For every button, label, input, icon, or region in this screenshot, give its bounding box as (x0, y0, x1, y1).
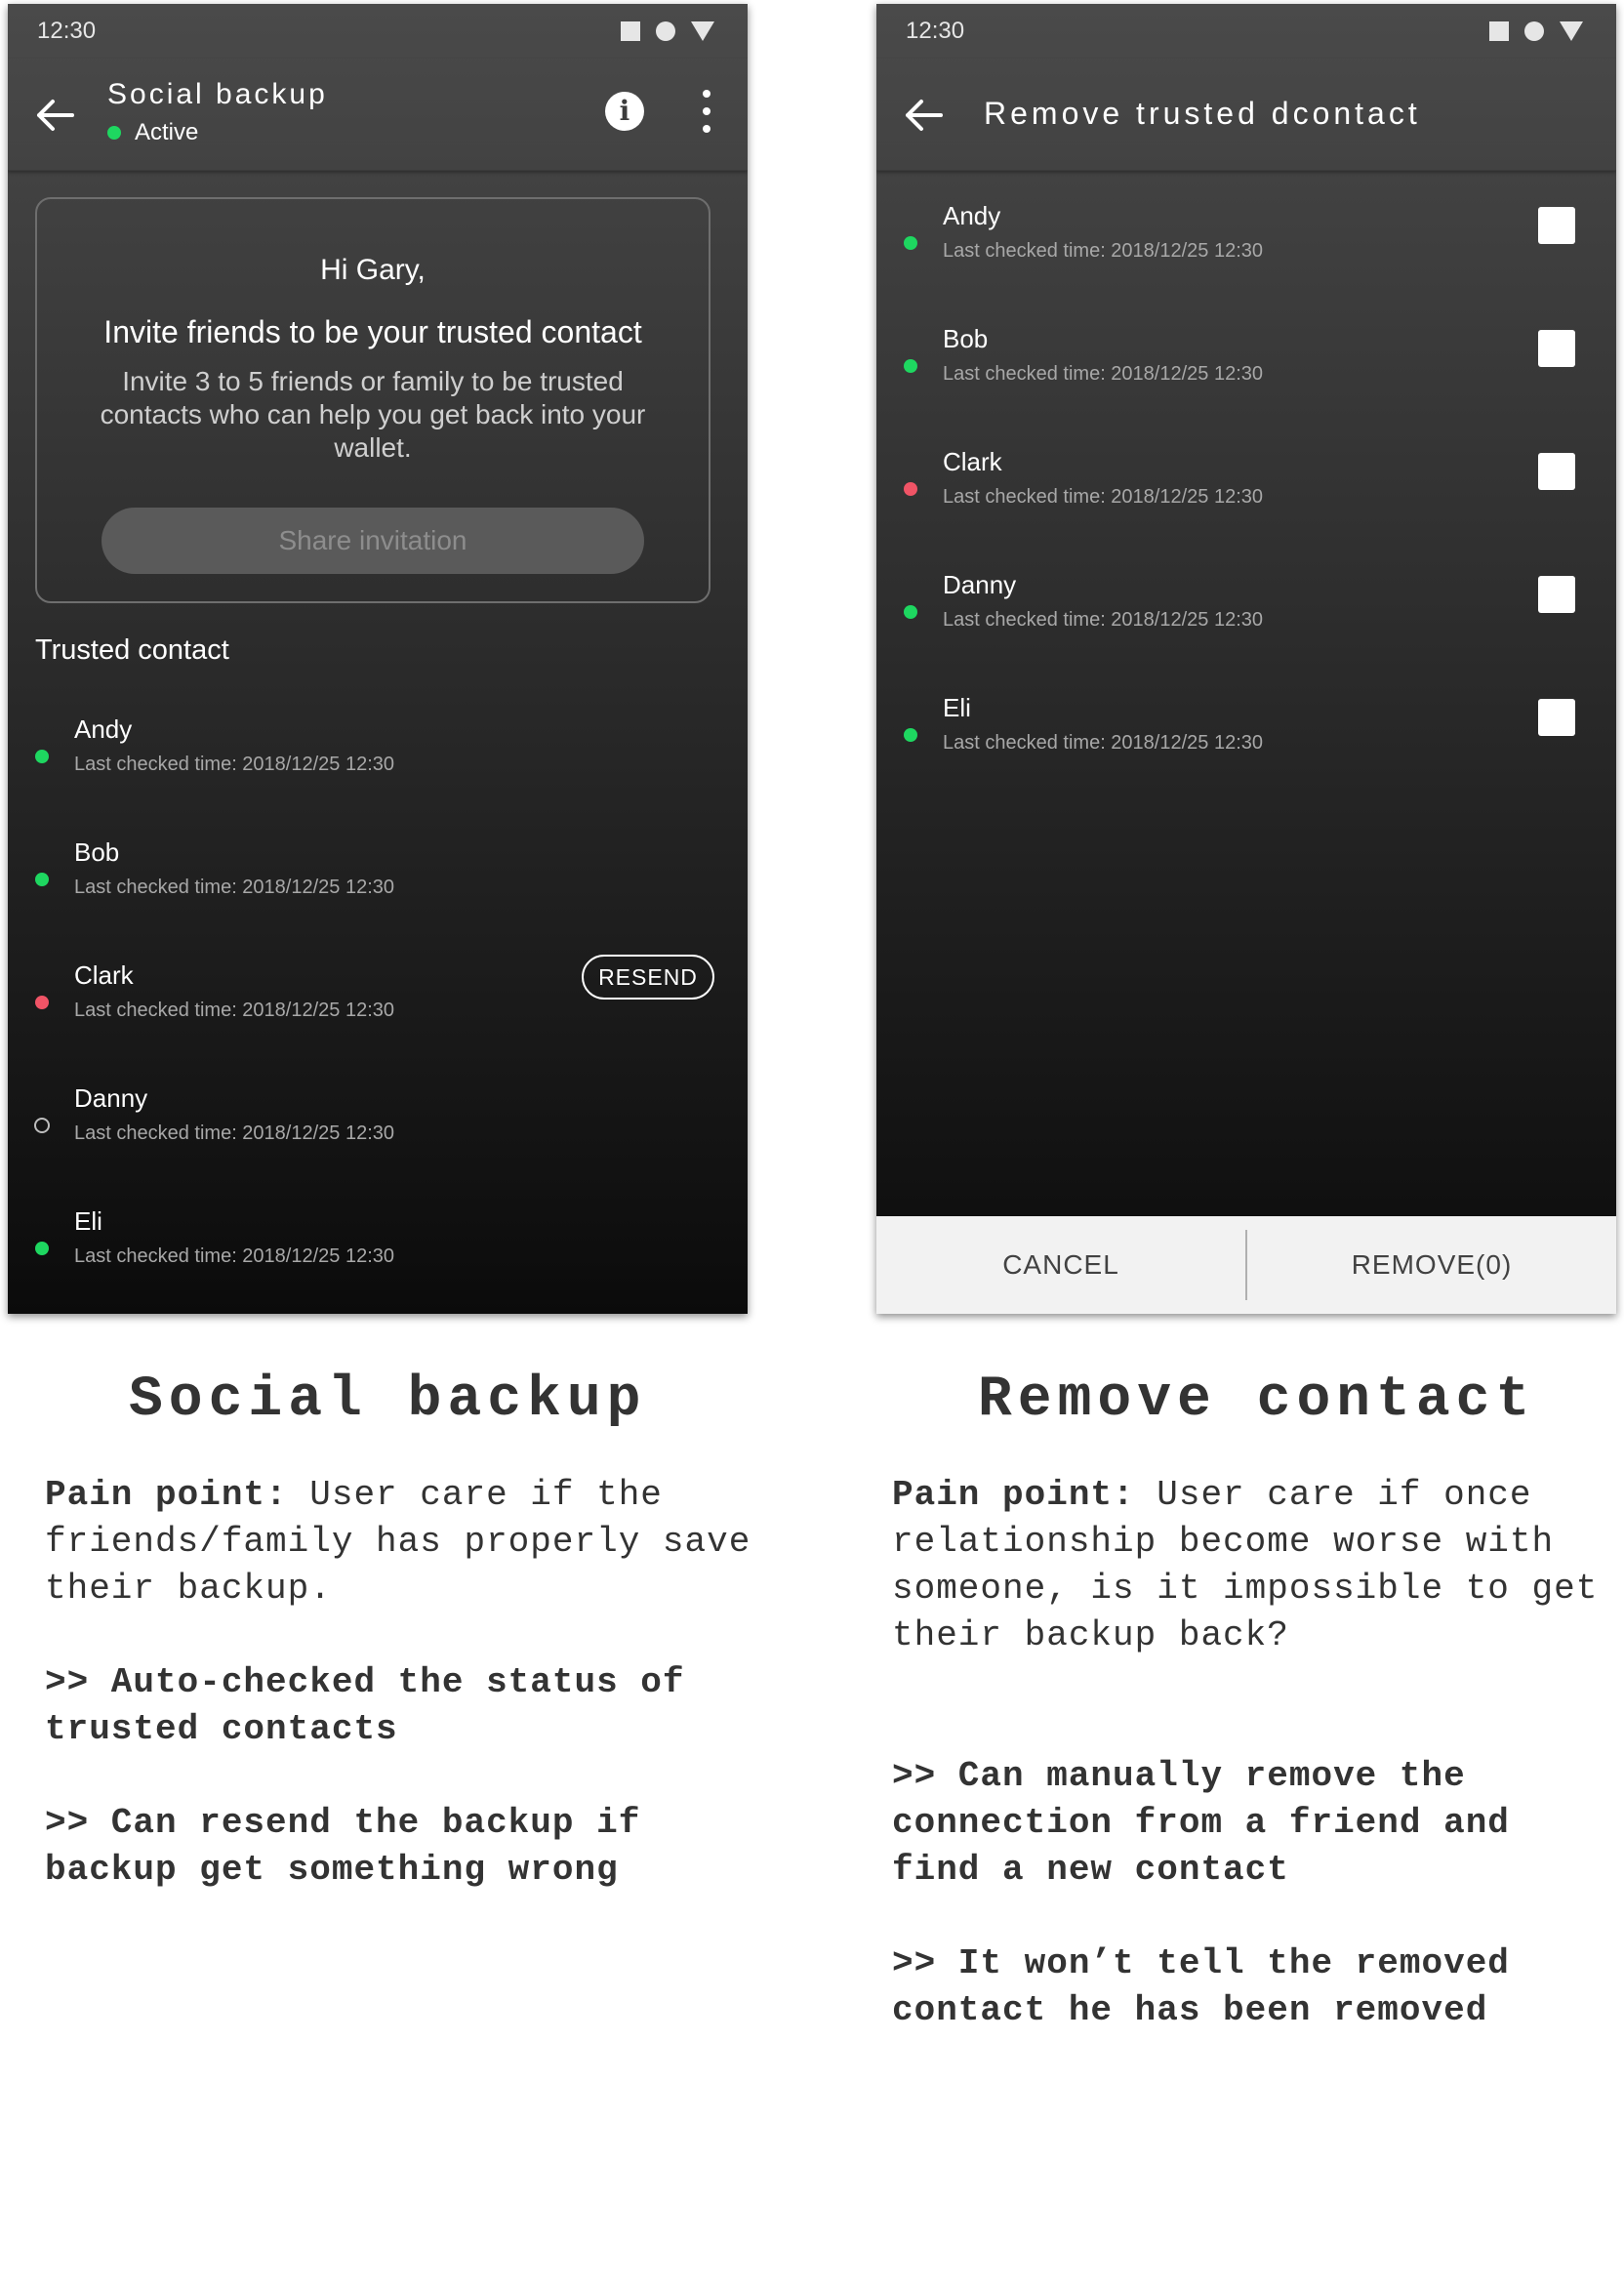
remove-button[interactable]: REMOVE(0) (1247, 1216, 1616, 1314)
home-icon (656, 21, 675, 41)
status-dot-icon (904, 482, 917, 496)
recent-apps-icon (1489, 21, 1509, 41)
contact-name: Eli (74, 1206, 102, 1236)
status-dot-icon (904, 728, 917, 742)
contact-checkbox[interactable] (1538, 699, 1575, 736)
contact-last-checked: Last checked time: 2018/12/25 12:30 (943, 240, 1264, 262)
contact-last-checked: Last checked time: 2018/12/25 12:30 (943, 486, 1264, 508)
greeting: Hi Gary, (320, 254, 426, 286)
contact-item[interactable]: Andy Last checked time: 2018/12/25 12:30 (876, 201, 1616, 289)
trusted-contact-heading: Trusted contact (35, 634, 229, 666)
contact-item[interactable]: Danny Last checked time: 2018/12/25 12:3… (8, 1083, 748, 1171)
contact-item[interactable]: Clark Last checked time: 2018/12/25 12:3… (876, 447, 1616, 535)
social-backup-screen: 12:30 Social backup Active i Hi Gary, In… (8, 4, 748, 1314)
contact-checkbox[interactable] (1538, 207, 1575, 244)
resend-button[interactable]: RESEND (582, 955, 714, 1000)
contact-last-checked: Last checked time: 2018/12/25 12:30 (943, 363, 1264, 385)
left-pain-point: Pain point: User care if the friends/fam… (45, 1472, 767, 1612)
page-title: Social backup (107, 78, 328, 110)
contact-name: Clark (943, 447, 1002, 476)
right-pain-point: Pain point: User care if once relationsh… (892, 1472, 1614, 1659)
contact-last-checked: Last checked time: 2018/12/25 12:30 (74, 1245, 395, 1267)
signal-icon (1560, 21, 1583, 41)
back-arrow-icon[interactable] (33, 96, 76, 135)
left-point-1: >> Auto-checked the status of trusted co… (45, 1662, 685, 1749)
share-invitation-button[interactable]: Share invitation (102, 508, 644, 574)
app-bar: Remove trusted dcontact (876, 59, 1616, 171)
status-dot-icon (35, 996, 49, 1009)
contact-item[interactable]: Bob Last checked time: 2018/12/25 12:30 (876, 324, 1616, 412)
status-icons (621, 21, 714, 41)
contact-item[interactable]: Bob Last checked time: 2018/12/25 12:30 (8, 837, 748, 925)
contact-name: Andy (943, 201, 1001, 230)
status-time: 12:30 (906, 18, 965, 44)
contact-last-checked: Last checked time: 2018/12/25 12:30 (943, 609, 1264, 631)
pain-point-label: Pain point: (45, 1475, 288, 1515)
action-bar: CANCEL REMOVE(0) (876, 1216, 1616, 1314)
recent-apps-icon (621, 21, 640, 41)
contact-name: Danny (74, 1083, 148, 1113)
right-point-2: >> It won’t tell the removed contact he … (892, 1943, 1510, 2030)
status-dot-icon (904, 605, 917, 619)
pain-point-label: Pain point: (892, 1475, 1135, 1515)
status-icons (1489, 21, 1583, 41)
active-status-dot-icon (107, 126, 121, 140)
contact-item[interactable]: Danny Last checked time: 2018/12/25 12:3… (876, 570, 1616, 658)
more-options-icon[interactable] (701, 90, 712, 133)
status-dot-icon (35, 750, 49, 763)
status-bar: 12:30 (876, 4, 1616, 59)
contact-item[interactable]: Eli Last checked time: 2018/12/25 12:30 (8, 1206, 748, 1294)
left-caption-title: Social backup (129, 1368, 647, 1432)
page-title: Remove trusted dcontact (984, 96, 1421, 131)
contact-last-checked: Last checked time: 2018/12/25 12:30 (74, 754, 395, 775)
contact-name: Bob (943, 324, 989, 353)
app-bar: Social backup Active i (8, 59, 748, 171)
left-point-2: >> Can resend the backup if backup get s… (45, 1803, 641, 1890)
signal-icon (691, 21, 714, 41)
status-dot-icon (904, 236, 917, 250)
info-icon[interactable]: i (605, 92, 644, 131)
status-dot-icon (904, 359, 917, 373)
right-point-1: >> Can manually remove the connection fr… (892, 1756, 1510, 1890)
invite-card: Hi Gary, Invite friends to be your trust… (35, 197, 710, 603)
right-caption-title: Remove contact (978, 1368, 1536, 1432)
contact-item[interactable]: Clark Last checked time: 2018/12/25 12:3… (8, 955, 748, 1048)
remove-contact-screen: 12:30 Remove trusted dcontact Andy Last … (876, 4, 1616, 1314)
status-label: Active (135, 119, 199, 145)
status-dot-icon (35, 873, 49, 886)
contact-item[interactable]: Eli Last checked time: 2018/12/25 12:30 (876, 693, 1616, 781)
invite-heading: Invite friends to be your trusted contac… (103, 314, 642, 349)
status-dot-icon (35, 1242, 49, 1255)
contact-name: Danny (943, 570, 1017, 599)
cancel-button[interactable]: CANCEL (876, 1216, 1245, 1314)
contact-last-checked: Last checked time: 2018/12/25 12:30 (943, 732, 1264, 754)
contact-last-checked: Last checked time: 2018/12/25 12:30 (74, 1000, 395, 1021)
contact-name: Eli (943, 693, 971, 722)
status-bar: 12:30 (8, 4, 748, 59)
contact-name: Andy (74, 714, 133, 744)
contact-name: Clark (74, 960, 134, 990)
contact-checkbox[interactable] (1538, 576, 1575, 613)
status-dot-icon (34, 1118, 50, 1133)
contact-last-checked: Last checked time: 2018/12/25 12:30 (74, 1123, 395, 1144)
contact-checkbox[interactable] (1538, 453, 1575, 490)
status-time: 12:30 (37, 18, 97, 44)
home-icon (1524, 21, 1544, 41)
back-arrow-icon[interactable] (902, 96, 945, 135)
backup-status: Active (107, 119, 198, 146)
invite-body: Invite 3 to 5 friends or family to be tr… (100, 366, 646, 463)
contact-item[interactable]: Andy Last checked time: 2018/12/25 12:30 (8, 714, 748, 802)
contact-checkbox[interactable] (1538, 330, 1575, 367)
contact-last-checked: Last checked time: 2018/12/25 12:30 (74, 877, 395, 898)
contact-name: Bob (74, 837, 120, 867)
